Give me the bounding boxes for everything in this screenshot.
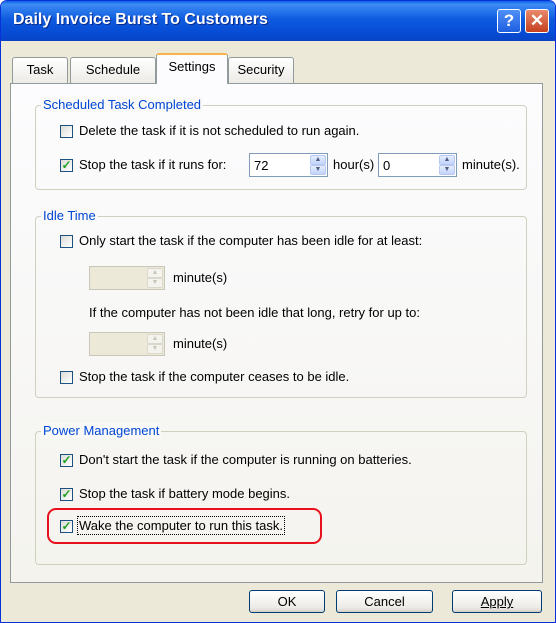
help-icon: ? <box>503 11 515 30</box>
minutes-up-arrow-icon[interactable]: ▲ <box>439 155 455 165</box>
power-legend: Power Management <box>41 423 162 438</box>
delete-task-label: Delete the task if it is not scheduled t… <box>79 123 360 138</box>
stop-task-checkbox[interactable]: ✓ <box>60 159 73 172</box>
idle-minutes-label: minute(s) <box>173 270 228 285</box>
retry-down-arrow-icon[interactable]: ▼ <box>147 344 163 354</box>
stop-task-label: Stop the task if it runs for: <box>79 157 227 172</box>
dialog-window: Daily Invoice Burst To Customers ? ✕ Tas… <box>0 0 556 623</box>
close-button[interactable]: ✕ <box>525 9 549 33</box>
hours-down-arrow-icon[interactable]: ▼ <box>310 165 326 175</box>
tab-task[interactable]: Task <box>12 57 68 83</box>
hours-spinner[interactable]: ▲▼ <box>249 153 328 177</box>
tab-settings[interactable]: Settings <box>156 53 228 84</box>
stop-idle-checkbox[interactable] <box>60 371 73 384</box>
battery-mode-label: Stop the task if battery mode begins. <box>79 486 291 501</box>
retry-minutes-label: minute(s) <box>173 336 228 351</box>
scheduled-legend: Scheduled Task Completed <box>41 97 204 112</box>
only-start-idle-label: Only start the task if the computer has … <box>79 233 423 248</box>
title-bar: Daily Invoice Burst To Customers ? ✕ <box>1 1 555 41</box>
tab-schedule[interactable]: Schedule <box>70 57 156 83</box>
retry-up-arrow-icon[interactable]: ▲ <box>147 334 163 344</box>
help-button[interactable]: ? <box>497 9 521 33</box>
delete-task-checkbox[interactable] <box>60 125 73 138</box>
retry-minutes-spinner[interactable]: ▲ ▼ <box>89 332 165 356</box>
scheduled-group: Scheduled Task Completed <box>35 97 527 190</box>
window-title: Daily Invoice Burst To Customers <box>13 11 268 28</box>
idle-down-arrow-icon[interactable]: ▼ <box>147 278 163 288</box>
idle-up-arrow-icon[interactable]: ▲ <box>147 268 163 278</box>
hours-up-arrow-icon[interactable]: ▲ <box>310 155 326 165</box>
ok-button[interactable]: OK <box>249 590 325 613</box>
cancel-button[interactable]: Cancel <box>336 590 433 613</box>
no-batteries-checkbox[interactable]: ✓ <box>60 454 73 467</box>
close-icon: ✕ <box>529 11 545 30</box>
stop-idle-label: Stop the task if the computer ceases to … <box>79 369 350 384</box>
tab-security[interactable]: Security <box>228 57 294 83</box>
only-start-idle-checkbox[interactable] <box>60 235 73 248</box>
idle-legend: Idle Time <box>41 208 98 223</box>
minutes-spinner[interactable]: ▲▼ <box>378 153 457 177</box>
idle-minutes-spinner[interactable]: ▲ ▼ <box>89 266 165 290</box>
minutes-input[interactable] <box>381 156 425 174</box>
highlight-annotation <box>47 508 322 544</box>
battery-mode-checkbox[interactable]: ✓ <box>60 488 73 501</box>
hours-unit-label: hour(s) <box>333 157 375 172</box>
minutes-unit-label: minute(s). <box>462 157 520 172</box>
no-batteries-label: Don't start the task if the computer is … <box>79 452 412 467</box>
hours-input[interactable] <box>252 156 296 174</box>
minutes-down-arrow-icon[interactable]: ▼ <box>439 165 455 175</box>
retry-text: If the computer has not been idle that l… <box>89 305 420 320</box>
apply-button[interactable]: Apply <box>452 590 542 613</box>
